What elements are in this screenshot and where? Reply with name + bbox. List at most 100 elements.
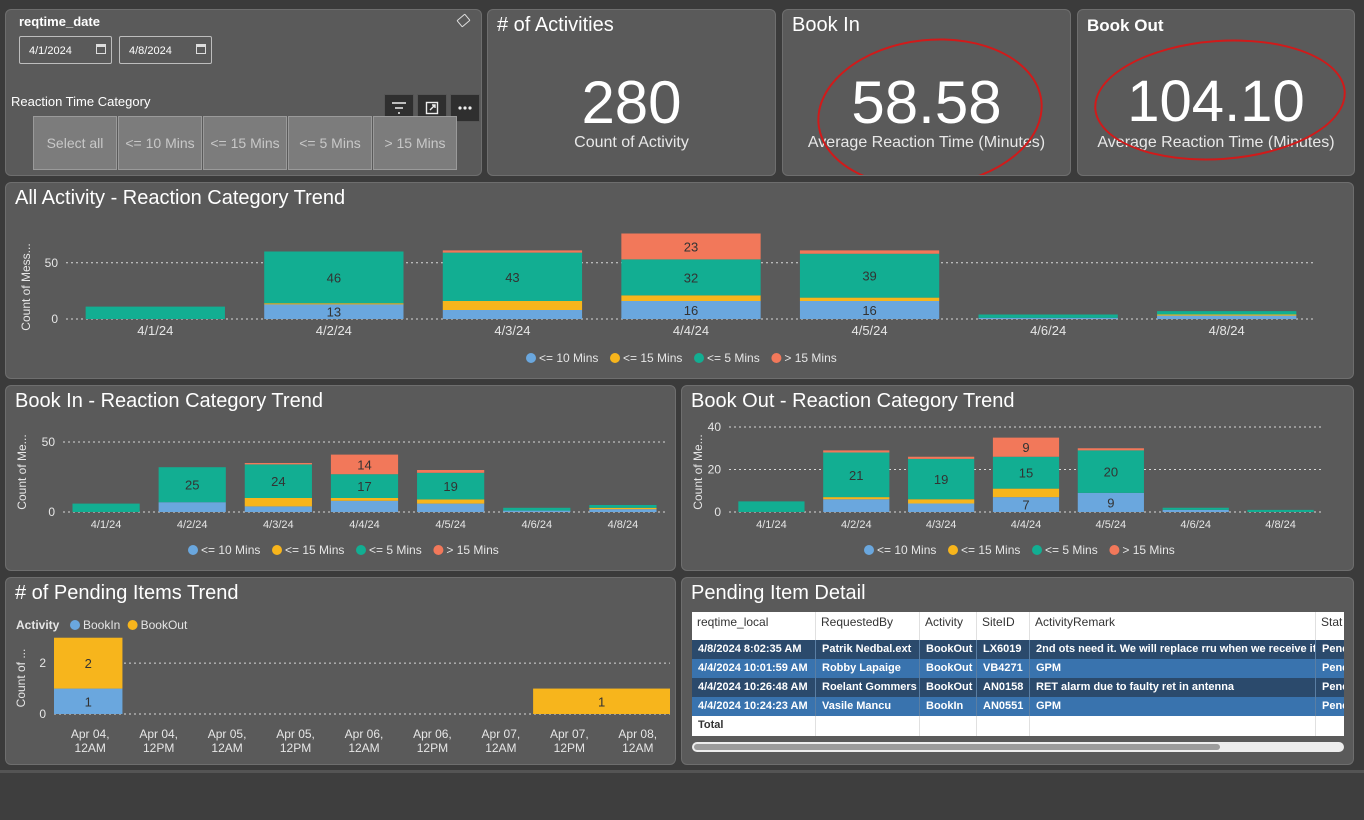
table-cell: Roelant Gommers [816, 678, 920, 697]
data-label: 7 [1022, 498, 1029, 513]
bar-segment [589, 509, 657, 512]
total-cell [977, 716, 1030, 736]
legend-label: <= 10 Mins [539, 351, 598, 365]
category-gt15-button[interactable]: > 15 Mins [373, 116, 457, 170]
all-activity-chart: 0 50 Count of Mess... 4/1/24 4/2/24 4/3/24 4/4… [19, 233, 1316, 365]
x-tick-label: 4/4/24 [673, 323, 709, 338]
legend-marker [1032, 545, 1042, 555]
kpi-label: Count of Activity [574, 134, 689, 151]
x-tick-label: 4/6/24 [1180, 519, 1211, 531]
data-label: 16 [684, 303, 698, 318]
y-tick-label: 50 [45, 256, 59, 270]
bar-segment [503, 510, 571, 512]
bar-segment [823, 497, 890, 500]
column-header[interactable]: ActivityRemark [1030, 612, 1316, 640]
data-label: 43 [505, 270, 519, 285]
total-cell [920, 716, 977, 736]
y-tick-label: 0 [39, 707, 46, 721]
bar-segment [1157, 314, 1297, 316]
pending-items-chart: 02Count of ...Apr 04,12AMApr 04,12PMApr … [14, 618, 670, 755]
bar-segment [978, 314, 1118, 318]
legend-label: > 15 Mins [784, 351, 836, 365]
x-tick-label: 4/6/24 [1030, 323, 1066, 338]
table-row[interactable]: 4/4/2024 10:26:48 AM Roelant Gommers Boo… [692, 678, 1344, 697]
legend-label: <= 5 Mins [1045, 543, 1098, 557]
y-axis-label: Count of Mess... [19, 243, 33, 330]
legend-marker [188, 545, 198, 555]
legend-marker [694, 353, 704, 363]
table-cell: BookOut [920, 659, 977, 678]
total-cell [816, 716, 920, 736]
category-le15-button[interactable]: <= 15 Mins [203, 116, 287, 170]
category-le10-button[interactable]: <= 10 Mins [118, 116, 202, 170]
table-cell: Patrik Nedbal.ext [816, 640, 920, 659]
book-out-chart: 0 20 40Count of Me... 4/1/24 4/2/24 4/3/24 4/4… [691, 420, 1323, 557]
legend-label: BookIn [83, 618, 120, 632]
table-cell: 4/4/2024 10:01:59 AM [692, 659, 816, 678]
column-header[interactable]: reqtime_local [692, 612, 816, 640]
column-header[interactable]: RequestedBy [816, 612, 920, 640]
date-from-input[interactable]: 4/1/2024 [19, 36, 112, 64]
x-tick-label: 12PM [280, 741, 311, 755]
x-tick-label: 4/4/24 [1011, 519, 1042, 531]
bar-segment [442, 250, 583, 253]
y-axis-label: Count of ... [14, 649, 28, 708]
legend-marker [272, 545, 282, 555]
pending-chart-tile: # of Pending Items Trend 0 2 Count of ... A… [5, 577, 676, 765]
legend-label: <= 10 Mins [877, 543, 936, 557]
data-label: 19 [934, 472, 948, 487]
legend-marker [948, 545, 958, 555]
x-tick-label: 12PM [417, 741, 448, 755]
data-label: 16 [862, 303, 876, 318]
table-row[interactable]: 4/8/2024 8:02:35 AM Patrik Nedbal.ext Bo… [692, 640, 1344, 659]
book-out-card: Book Out 104.10 Average Reaction Time (M… [1077, 9, 1355, 176]
x-tick-label: 12AM [348, 741, 379, 755]
data-label: 23 [684, 239, 698, 254]
clear-filter-icon[interactable] [456, 13, 471, 28]
x-tick-label: 4/4/24 [349, 519, 380, 531]
legend-label: <= 15 Mins [623, 351, 682, 365]
bar-segment [738, 501, 805, 512]
card-title: Book In [792, 14, 860, 36]
table-row[interactable]: 4/4/2024 10:01:59 AM Robby Lapaige BookO… [692, 659, 1344, 678]
calendar-icon[interactable] [96, 44, 106, 54]
table-cell: AN0551 [977, 697, 1030, 716]
category-slicer-label: Reaction Time Category [11, 94, 151, 109]
data-label: 13 [327, 305, 341, 320]
legend-marker [526, 353, 536, 363]
calendar-icon[interactable] [196, 44, 206, 54]
date-to-input[interactable]: 4/8/2024 [119, 36, 212, 64]
total-label: Total [692, 716, 816, 736]
y-tick-label: 50 [42, 435, 56, 449]
activities-card: # of Activities 280 Count of Activity [487, 9, 776, 176]
column-header[interactable]: Activity [920, 612, 977, 640]
table-cell: BookIn [920, 697, 977, 716]
book-in-chart-tile: Book In - Reaction Category Trend 0 50 Cou… [5, 385, 676, 571]
scrollbar-thumb[interactable] [694, 744, 1220, 750]
data-label: 9 [1107, 495, 1114, 510]
book-in-card: Book In 58.58 Average Reaction Time (Min… [782, 9, 1071, 176]
column-header[interactable]: SiteID [977, 612, 1030, 640]
table-total-row: Total [692, 716, 1344, 736]
table-cell: Vasile Mancu [816, 697, 920, 716]
column-header[interactable]: Stat [1316, 612, 1344, 640]
filter-panel: reqtime_date 4/1/2024 4/8/2024 Reaction … [5, 9, 482, 176]
bar-segment [503, 507, 571, 511]
table-cell: 4/4/2024 10:26:48 AM [692, 678, 816, 697]
category-select-all-button[interactable]: Select all [33, 116, 117, 170]
legend-marker [1109, 545, 1120, 555]
data-label: 46 [327, 270, 341, 285]
table-cell: RET alarm due to faulty ret in antenna [1030, 678, 1316, 697]
legend-marker [70, 620, 80, 630]
bar-segment [823, 499, 890, 512]
legend-marker [356, 545, 366, 555]
category-le5-button[interactable]: <= 5 Mins [288, 116, 372, 170]
data-label: 24 [271, 474, 285, 489]
bar-segment [908, 503, 975, 512]
x-tick-label: 4/3/24 [494, 323, 530, 338]
table-row[interactable]: 4/4/2024 10:24:23 AM Vasile Mancu BookIn… [692, 697, 1344, 716]
legend-label: <= 15 Mins [285, 543, 344, 557]
x-tick-label: 4/5/24 [1096, 519, 1127, 531]
horizontal-scrollbar[interactable] [692, 742, 1344, 752]
legend-label: BookOut [141, 618, 188, 632]
